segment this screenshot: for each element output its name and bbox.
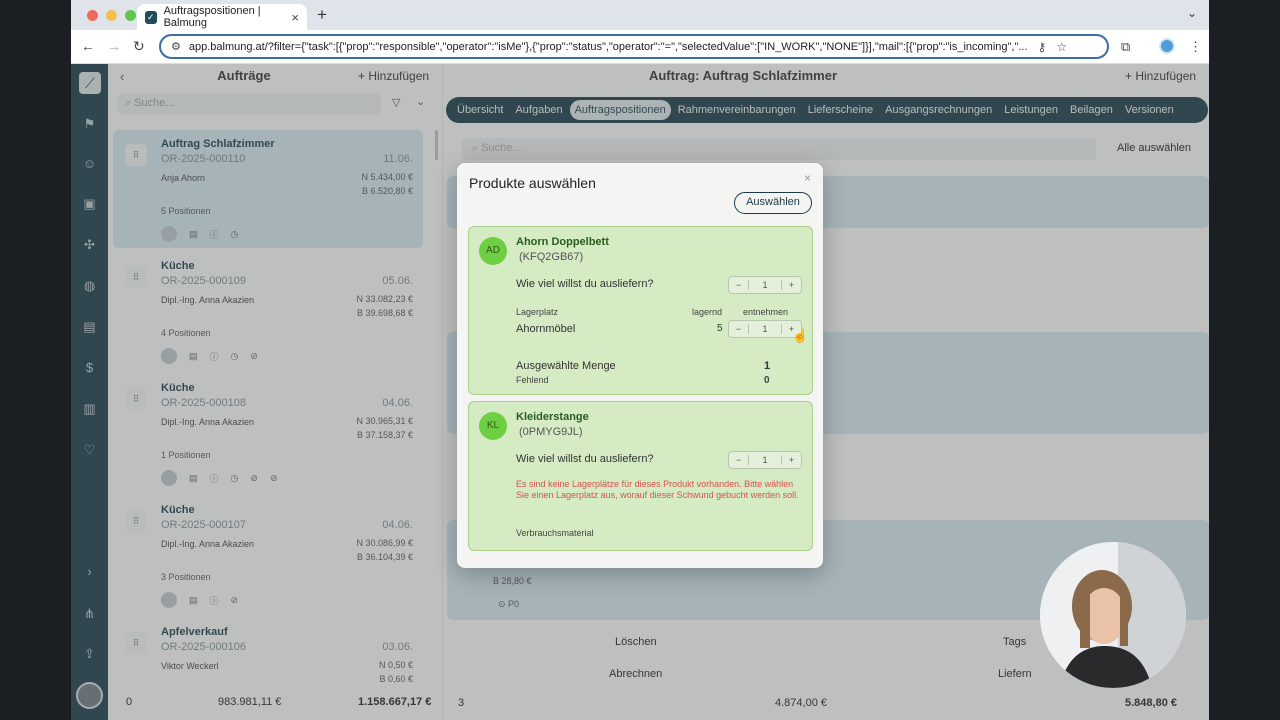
extension-badge-icon[interactable]	[1159, 38, 1175, 54]
selected-qty-value: 1	[764, 360, 771, 372]
forward-icon[interactable]: →	[107, 38, 121, 54]
choose-button[interactable]: Auswählen	[734, 192, 812, 214]
delivery-question: Wie viel willst du ausliefern?	[516, 278, 654, 290]
no-storage-warning: Es sind keine Lagerplätze für dieses Pro…	[516, 479, 799, 500]
presenter-video-image	[1040, 542, 1186, 688]
tab-search-icon[interactable]: ⌄	[1187, 6, 1197, 20]
url-text: app.balmung.at/?filter={"task":[{"prop":…	[188, 40, 1028, 53]
tab-title: Auftragspositionen | Balmung	[163, 5, 261, 29]
product-category: Verbrauchsmaterial	[516, 528, 594, 538]
product-avatar: KL	[479, 412, 507, 440]
extensions-icon[interactable]: ⧉	[1121, 39, 1130, 55]
product-name: Kleiderstange	[516, 411, 589, 423]
address-bar[interactable]: ⚙ app.balmung.at/?filter={"task":[{"prop…	[159, 34, 1109, 59]
product-code: (KFQ2GB67)	[519, 251, 584, 263]
new-tab-icon[interactable]: +	[317, 5, 327, 25]
delivery-qty-value[interactable]: 1	[749, 455, 781, 465]
decrement-button[interactable]: −	[729, 455, 749, 465]
selected-qty-label: Ausgewählte Menge	[516, 360, 616, 372]
increment-button[interactable]: +	[781, 280, 801, 290]
browser-tab[interactable]: ✓ Auftragspositionen | Balmung ×	[137, 4, 307, 30]
delivery-qty-stepper: − 1 +	[728, 276, 802, 294]
decrement-button[interactable]: −	[729, 324, 749, 334]
password-key-icon[interactable]: ⚷	[1038, 40, 1047, 54]
storage-column-header: Lagerplatz	[516, 307, 559, 317]
stock-column-header: lagernd	[692, 307, 723, 317]
missing-value: 0	[764, 375, 770, 386]
maximize-window-button[interactable]	[125, 10, 136, 21]
close-window-button[interactable]	[87, 10, 98, 21]
missing-label: Fehlend	[516, 375, 549, 385]
tab-bar: ✓ Auftragspositionen | Balmung × + ⌄	[71, 0, 1209, 30]
bookmark-star-icon[interactable]: ☆	[1056, 40, 1067, 54]
product-name: Ahorn Doppelbett	[516, 236, 609, 248]
product-card: AD Ahorn Doppelbett (KFQ2GB67) Wie viel …	[468, 226, 813, 395]
take-column-header: entnehmen	[743, 307, 789, 317]
storage-take-value[interactable]: 1	[749, 324, 781, 334]
minimize-window-button[interactable]	[106, 10, 117, 21]
webcam-overlay	[1040, 542, 1186, 688]
product-select-dialog: Produkte auswählen × Auswählen AD Ahorn …	[457, 163, 823, 568]
increment-button[interactable]: +	[781, 455, 801, 465]
favicon-icon: ✓	[145, 10, 157, 24]
back-icon[interactable]: ←	[81, 38, 95, 54]
delivery-qty-stepper: − 1 +	[728, 451, 802, 469]
dialog-title: Produkte auswählen	[469, 175, 596, 191]
decrement-button[interactable]: −	[729, 280, 749, 290]
browser-menu-icon[interactable]: ⋮	[1189, 39, 1202, 55]
window-controls	[87, 10, 136, 21]
delivery-qty-value[interactable]: 1	[749, 280, 781, 290]
storage-stock-value: 5	[717, 323, 723, 334]
close-tab-icon[interactable]: ×	[291, 10, 299, 25]
product-code: (0PMYG9JL)	[519, 426, 583, 438]
reload-icon[interactable]: ↻	[133, 38, 145, 55]
product-card: KL Kleiderstange (0PMYG9JL) Wie viel wil…	[468, 401, 813, 551]
storage-location-name: Ahornmöbel	[516, 323, 576, 335]
storage-take-stepper: − 1 +	[728, 320, 802, 338]
delivery-question: Wie viel willst du ausliefern?	[516, 453, 654, 465]
product-avatar: AD	[479, 237, 507, 265]
mouse-pointer-icon: ☝	[792, 328, 809, 343]
browser-toolbar: ← → ↻ ⚙ app.balmung.at/?filter={"task":[…	[71, 30, 1209, 64]
site-info-icon[interactable]: ⚙	[171, 40, 181, 53]
close-dialog-icon[interactable]: ×	[804, 171, 811, 185]
